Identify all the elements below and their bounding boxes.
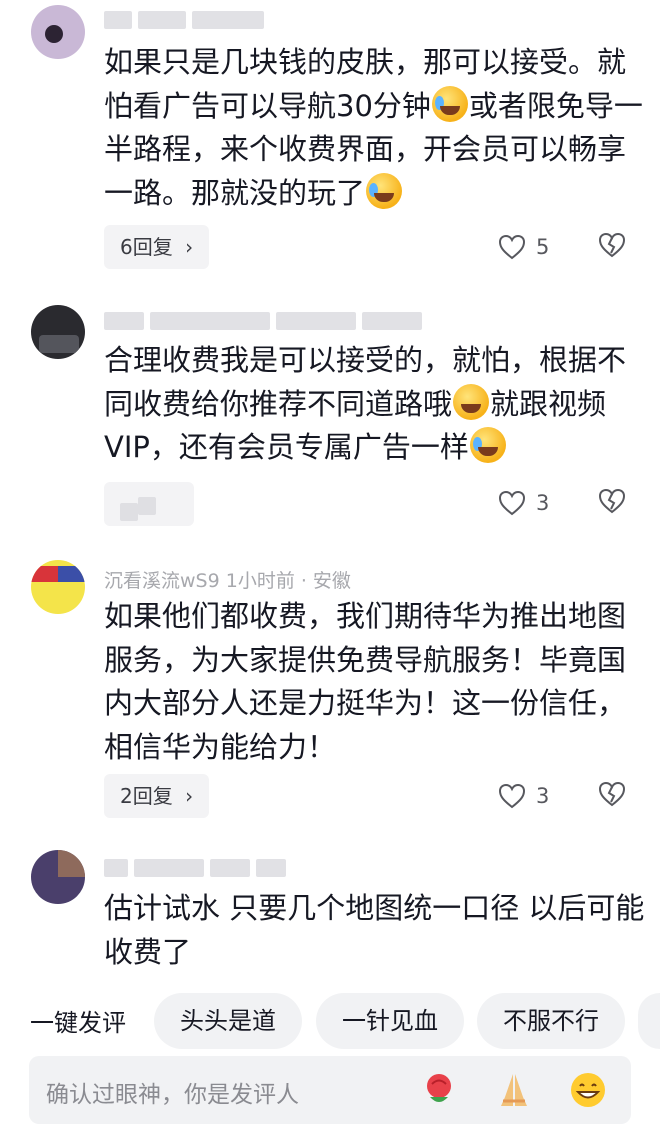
broken-heart-icon — [598, 488, 626, 514]
like-button[interactable]: 3 — [498, 488, 549, 518]
comment-meta: 沉看溪流wS9 1小时前 · 安徽 — [104, 570, 351, 592]
avatar[interactable] — [31, 850, 85, 904]
laughing-tears-emoji-icon — [469, 427, 506, 463]
comment-text: 如果只是几块钱的皮肤，那可以接受。就怕看广告可以导航30分钟 或者限免导一半路程，… — [104, 45, 643, 210]
comment-meta — [104, 309, 428, 331]
like-button[interactable]: 3 — [498, 781, 549, 811]
broken-heart-icon — [598, 781, 626, 807]
view-replies-button[interactable]: 2回复 › — [104, 774, 210, 818]
avatar[interactable] — [31, 560, 85, 614]
quick-comment-bar: 一键发评 头头是道 一针见血 不服不行 — [0, 993, 660, 1049]
like-count: 3 — [536, 784, 550, 808]
laughing-tears-emoji-icon — [431, 85, 468, 122]
view-replies-button[interactable]: 6回复 › — [104, 225, 210, 269]
avatar[interactable] — [31, 305, 85, 359]
dislike-button[interactable] — [598, 232, 626, 262]
broken-heart-icon — [598, 232, 626, 258]
dislike-button[interactable] — [598, 781, 626, 811]
like-count: 3 — [536, 491, 550, 515]
view-replies-button[interactable] — [104, 482, 194, 526]
heart-outline-icon — [498, 490, 526, 516]
comment-input-placeholder: 确认过眼神，你是发评人 — [46, 1082, 299, 1108]
grin-emoji-icon[interactable] — [569, 1071, 607, 1109]
like-button[interactable]: 5 — [498, 232, 549, 262]
chevron-right-icon: › — [185, 784, 194, 808]
quick-comment-chip[interactable]: 不服不行 — [477, 993, 625, 1049]
comment-input[interactable]: 确认过眼神，你是发评人 — [29, 1056, 631, 1124]
heart-outline-icon — [498, 234, 526, 260]
comment-text: 合理收费我是可以接受的，就怕，根据不同收费给你推荐不同道路哦 就跟视频VIP，还有… — [104, 343, 627, 464]
comment-text: 如果他们都收费，我们期待华为推出地图服务，为大家提供免费导航服务！毕竟国内大部分… — [104, 599, 627, 764]
comment-text: 估计试水 只要几个地图统一口径 以后可能收费了 — [104, 891, 645, 969]
heart-outline-icon — [498, 783, 526, 809]
comment-meta — [104, 8, 270, 30]
dislike-button[interactable] — [598, 488, 626, 518]
smirk-emoji-icon — [453, 383, 490, 420]
rose-emoji-icon[interactable] — [420, 1071, 458, 1109]
avatar[interactable] — [31, 5, 85, 59]
laughing-tears-emoji-icon — [366, 172, 403, 209]
like-count: 5 — [536, 235, 550, 259]
quick-comment-chip[interactable]: 头头是道 — [154, 993, 302, 1049]
quick-comment-chip-partial[interactable] — [638, 993, 660, 1049]
quick-comment-label: 一键发评 — [30, 1009, 126, 1037]
pray-emoji-icon[interactable] — [495, 1071, 533, 1109]
chevron-right-icon: › — [185, 235, 194, 259]
comment-meta — [104, 856, 292, 878]
quick-comment-chip[interactable]: 一针见血 — [316, 993, 464, 1049]
